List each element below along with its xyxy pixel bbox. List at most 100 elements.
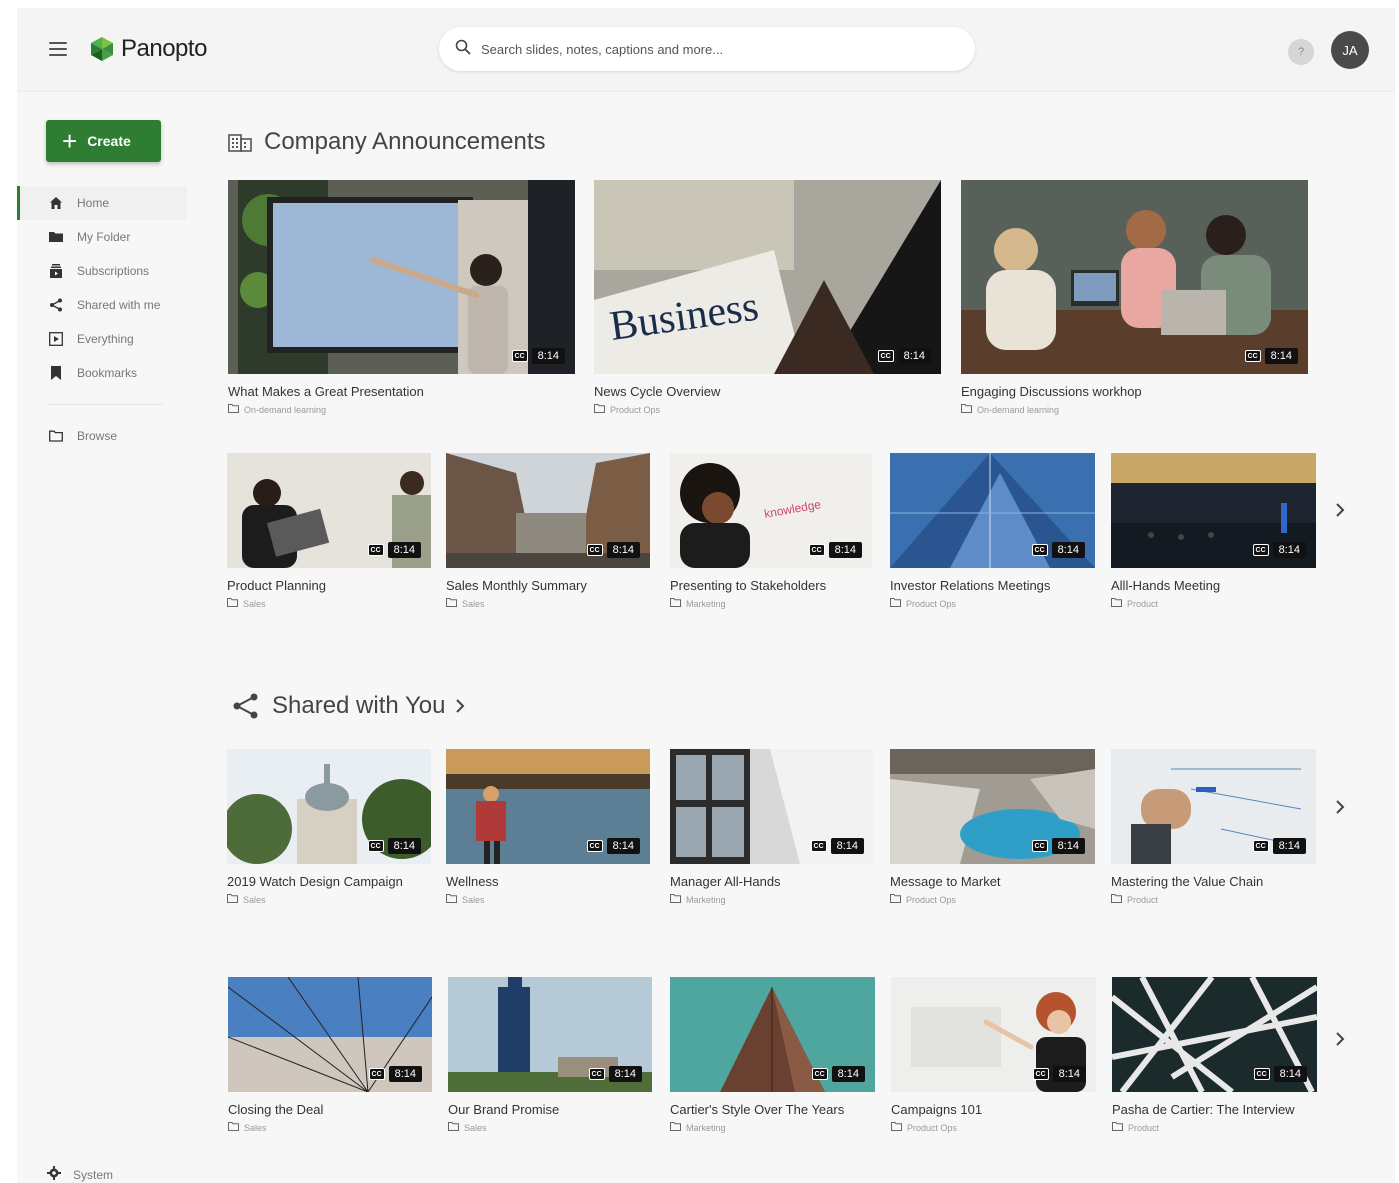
video-card[interactable]: knowledge CC 8:14 Presenting to Stakehold…: [670, 453, 872, 609]
search-input[interactable]: [481, 41, 921, 57]
carousel-next-button[interactable]: [1330, 498, 1350, 522]
video-card[interactable]: Business CC 8:14 News Cycle Overview Prod…: [594, 180, 941, 415]
video-title[interactable]: Closing the Deal: [228, 1102, 432, 1117]
sidebar-item-browse[interactable]: Browse: [17, 419, 187, 453]
video-title[interactable]: What Makes a Great Presentation: [228, 384, 575, 399]
duration: 8:14: [1272, 542, 1306, 558]
closed-captions-icon: CC: [808, 544, 825, 556]
video-title[interactable]: Alll-Hands Meeting: [1111, 578, 1316, 593]
app-name: Panopto: [121, 35, 207, 62]
video-title[interactable]: Pasha de Cartier: The Interview: [1112, 1102, 1317, 1117]
duration: 8:14: [831, 1066, 865, 1082]
carousel-next-button[interactable]: [1330, 795, 1350, 819]
closed-captions-icon: CC: [1032, 1068, 1049, 1080]
search-icon: [455, 39, 471, 60]
folder-outline-icon: [890, 894, 901, 905]
video-card[interactable]: CC 8:14 Engaging Discussions workhop On-d…: [961, 180, 1308, 415]
video-title[interactable]: Campaigns 101: [891, 1102, 1096, 1117]
video-card[interactable]: CC 8:14 Alll-Hands Meeting Product: [1111, 453, 1316, 609]
share-icon: [232, 692, 260, 720]
help-button[interactable]: ?: [1288, 39, 1314, 65]
duration-badge: CC 8:14: [368, 1066, 422, 1082]
video-title[interactable]: Mastering the Value Chain: [1111, 874, 1316, 889]
video-title[interactable]: Product Planning: [227, 578, 431, 593]
sidebar-item-subscriptions[interactable]: Subscriptions: [17, 254, 187, 288]
chevron-right-icon: [1336, 503, 1345, 517]
video-title[interactable]: Cartier's Style Over The Years: [670, 1102, 875, 1117]
folder-outline-icon: [890, 598, 901, 609]
folder-outline-icon: [1112, 1122, 1123, 1133]
video-card[interactable]: CC 8:14 Message to Market Product Ops: [890, 749, 1095, 905]
video-card[interactable]: CC 8:14 What Makes a Great Presentation O…: [228, 180, 575, 415]
video-card[interactable]: CC 8:14 Investor Relations Meetings Produ…: [890, 453, 1095, 609]
duration: 8:14: [1051, 542, 1085, 558]
bookmark-icon: [47, 364, 65, 382]
video-thumbnail: knowledge CC 8:14: [670, 453, 872, 568]
video-title[interactable]: Sales Monthly Summary: [446, 578, 650, 593]
video-card[interactable]: CC 8:14 Mastering the Value Chain Product: [1111, 749, 1316, 905]
sidebar-item-my-folder[interactable]: My Folder: [17, 220, 187, 254]
search-bar[interactable]: [439, 27, 975, 71]
system-label: System: [73, 1167, 114, 1182]
sidebar-item-shared-with-me[interactable]: Shared with me: [17, 288, 187, 322]
subscriptions-icon: [47, 262, 65, 280]
video-card[interactable]: CC 8:14 Sales Monthly Summary Sales: [446, 453, 650, 609]
duration-badge: CC 8:14: [1031, 542, 1085, 558]
video-card[interactable]: CC 8:14 Campaigns 101 Product Ops: [891, 977, 1096, 1133]
video-title[interactable]: Engaging Discussions workhop: [961, 384, 1308, 399]
closed-captions-icon: CC: [1031, 544, 1048, 556]
video-card[interactable]: CC 8:14 Wellness Sales: [446, 749, 650, 905]
video-folder: On-demand learning: [961, 404, 1308, 415]
sidebar-item-home[interactable]: Home: [17, 186, 187, 220]
closed-captions-icon: CC: [1253, 1068, 1270, 1080]
video-folder: Sales: [448, 1122, 652, 1133]
video-title[interactable]: News Cycle Overview: [594, 384, 941, 399]
video-thumbnail: CC 8:14: [890, 453, 1095, 568]
video-title[interactable]: Presenting to Stakeholders: [670, 578, 872, 593]
duration-badge: CC 8:14: [1253, 1066, 1307, 1082]
video-folder: Sales: [227, 894, 431, 905]
video-title[interactable]: Manager All-Hands: [670, 874, 874, 889]
video-title[interactable]: Our Brand Promise: [448, 1102, 652, 1117]
folder-outline-icon: [446, 894, 457, 905]
section-title-announcements: Company Announcements: [228, 128, 546, 156]
video-title[interactable]: 2019 Watch Design Campaign: [227, 874, 431, 889]
folder-name: Marketing: [686, 1122, 726, 1133]
video-card[interactable]: CC 8:14 Pasha de Cartier: The Interview P…: [1112, 977, 1317, 1133]
folder-name: On-demand learning: [244, 404, 327, 415]
folder-outline-icon: [228, 1122, 239, 1133]
carousel-next-button[interactable]: [1330, 1027, 1350, 1051]
duration: 8:14: [1052, 1066, 1086, 1082]
sidebar-item-label: Browse: [77, 429, 118, 443]
folder-name: Sales: [462, 598, 485, 609]
video-thumbnail: CC 8:14: [961, 180, 1308, 374]
menu-icon[interactable]: [49, 42, 67, 56]
video-card[interactable]: CC 8:14 Our Brand Promise Sales: [448, 977, 652, 1133]
video-card[interactable]: CC 8:14 2019 Watch Design Campaign Sales: [227, 749, 431, 905]
closed-captions-icon: CC: [586, 544, 603, 556]
video-folder: Sales: [227, 598, 431, 609]
sidebar-item-label: My Folder: [77, 230, 131, 244]
video-title[interactable]: Wellness: [446, 874, 650, 889]
logo[interactable]: Panopto: [89, 32, 207, 66]
video-title[interactable]: Message to Market: [890, 874, 1095, 889]
video-card[interactable]: CC 8:14 Product Planning Sales: [227, 453, 431, 609]
create-button[interactable]: + Create: [46, 120, 161, 162]
video-card[interactable]: CC 8:14 Cartier's Style Over The Years Ma…: [670, 977, 875, 1133]
video-title[interactable]: Investor Relations Meetings: [890, 578, 1095, 593]
video-card[interactable]: CC 8:14 Closing the Deal Sales: [228, 977, 432, 1133]
chevron-right-icon: [1336, 1032, 1345, 1046]
video-folder: Product Ops: [891, 1122, 1096, 1133]
video-card[interactable]: CC 8:14 Manager All-Hands Marketing: [670, 749, 874, 905]
sidebar-item-system[interactable]: System: [47, 1166, 113, 1183]
avatar[interactable]: JA: [1331, 31, 1369, 69]
section-title-shared[interactable]: Shared with You: [232, 692, 465, 720]
video-thumbnail: CC 8:14: [891, 977, 1096, 1092]
sidebar-item-everything[interactable]: Everything: [17, 322, 187, 356]
everything-icon: [47, 330, 65, 348]
sidebar-item-bookmarks[interactable]: Bookmarks: [17, 356, 187, 390]
folder-outline-icon: [227, 894, 238, 905]
folder-outline-icon: [594, 404, 605, 415]
video-folder: Product Ops: [890, 894, 1095, 905]
closed-captions-icon: CC: [588, 1068, 605, 1080]
